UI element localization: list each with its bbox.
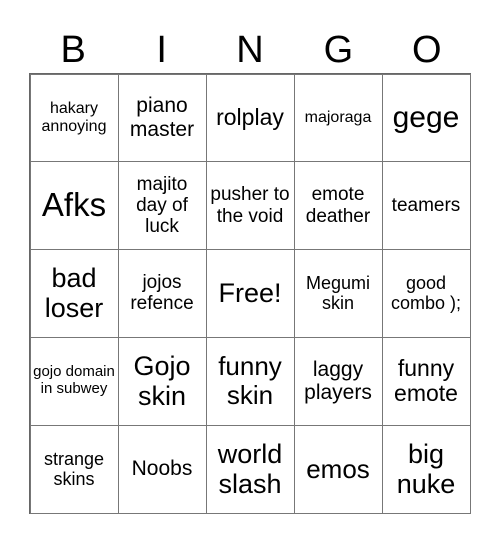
bingo-cell[interactable]: funny emote [381,336,471,426]
free-space[interactable]: Free! [205,249,295,338]
bingo-cell[interactable]: Gojo skin [117,336,207,426]
bingo-cell[interactable]: gege [381,73,471,163]
bingo-cell[interactable]: gojo domain in subwey [29,336,119,426]
bingo-cell[interactable]: bad loser [29,249,119,338]
header-letter-i: I [156,29,167,71]
bingo-cell[interactable]: rolplay [205,73,295,163]
bingo-header: B I N G O [29,28,471,72]
bingo-card: hakary annoying piano master rolplay maj… [29,73,471,514]
bingo-cell[interactable]: jojos refence [117,249,207,338]
bingo-cell[interactable]: funny skin [205,336,295,426]
bingo-cell[interactable]: good combo ); [381,249,471,338]
bingo-cell[interactable]: piano master [117,73,207,163]
bingo-cell[interactable]: majito day of luck [117,161,207,251]
header-letter-b: B [60,29,86,71]
bingo-cell[interactable]: emos [293,424,383,514]
bingo-cell[interactable]: Megumi skin [293,249,383,338]
bingo-cell[interactable]: emote deather [293,161,383,251]
header-letter-o: O [412,29,442,71]
bingo-cell[interactable]: laggy players [293,336,383,426]
bingo-cell[interactable]: pusher to the void [205,161,295,251]
bingo-cell[interactable]: big nuke [381,424,471,514]
bingo-cell[interactable]: Afks [29,161,119,251]
header-letter-g: G [323,29,354,71]
bingo-cell[interactable]: hakary annoying [29,73,119,163]
bingo-cell[interactable]: strange skins [29,424,119,514]
bingo-cell[interactable]: majoraga [293,73,383,163]
header-letter-n: N [236,29,264,71]
bingo-cell[interactable]: Noobs [117,424,207,514]
bingo-cell[interactable]: teamers [381,161,471,251]
bingo-cell[interactable]: world slash [205,424,295,514]
